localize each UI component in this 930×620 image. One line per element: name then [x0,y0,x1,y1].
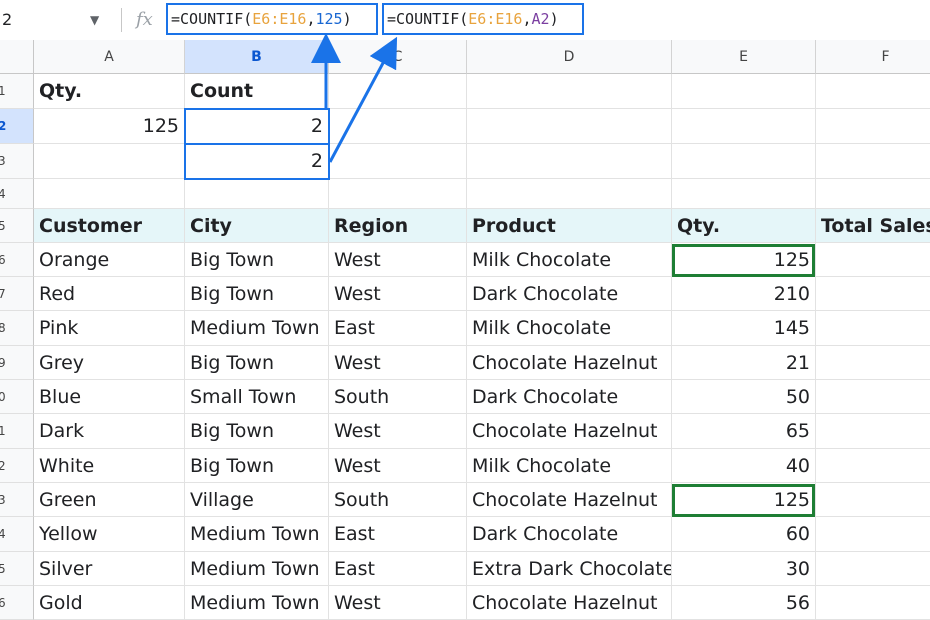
spreadsheet-app: 2 ▼ fx =COUNTIF(E6:E16,125) =COUNTIF(E6:… [0,0,930,620]
arrow-b3-to-formula2 [328,36,398,163]
callout-arrows [311,33,398,163]
